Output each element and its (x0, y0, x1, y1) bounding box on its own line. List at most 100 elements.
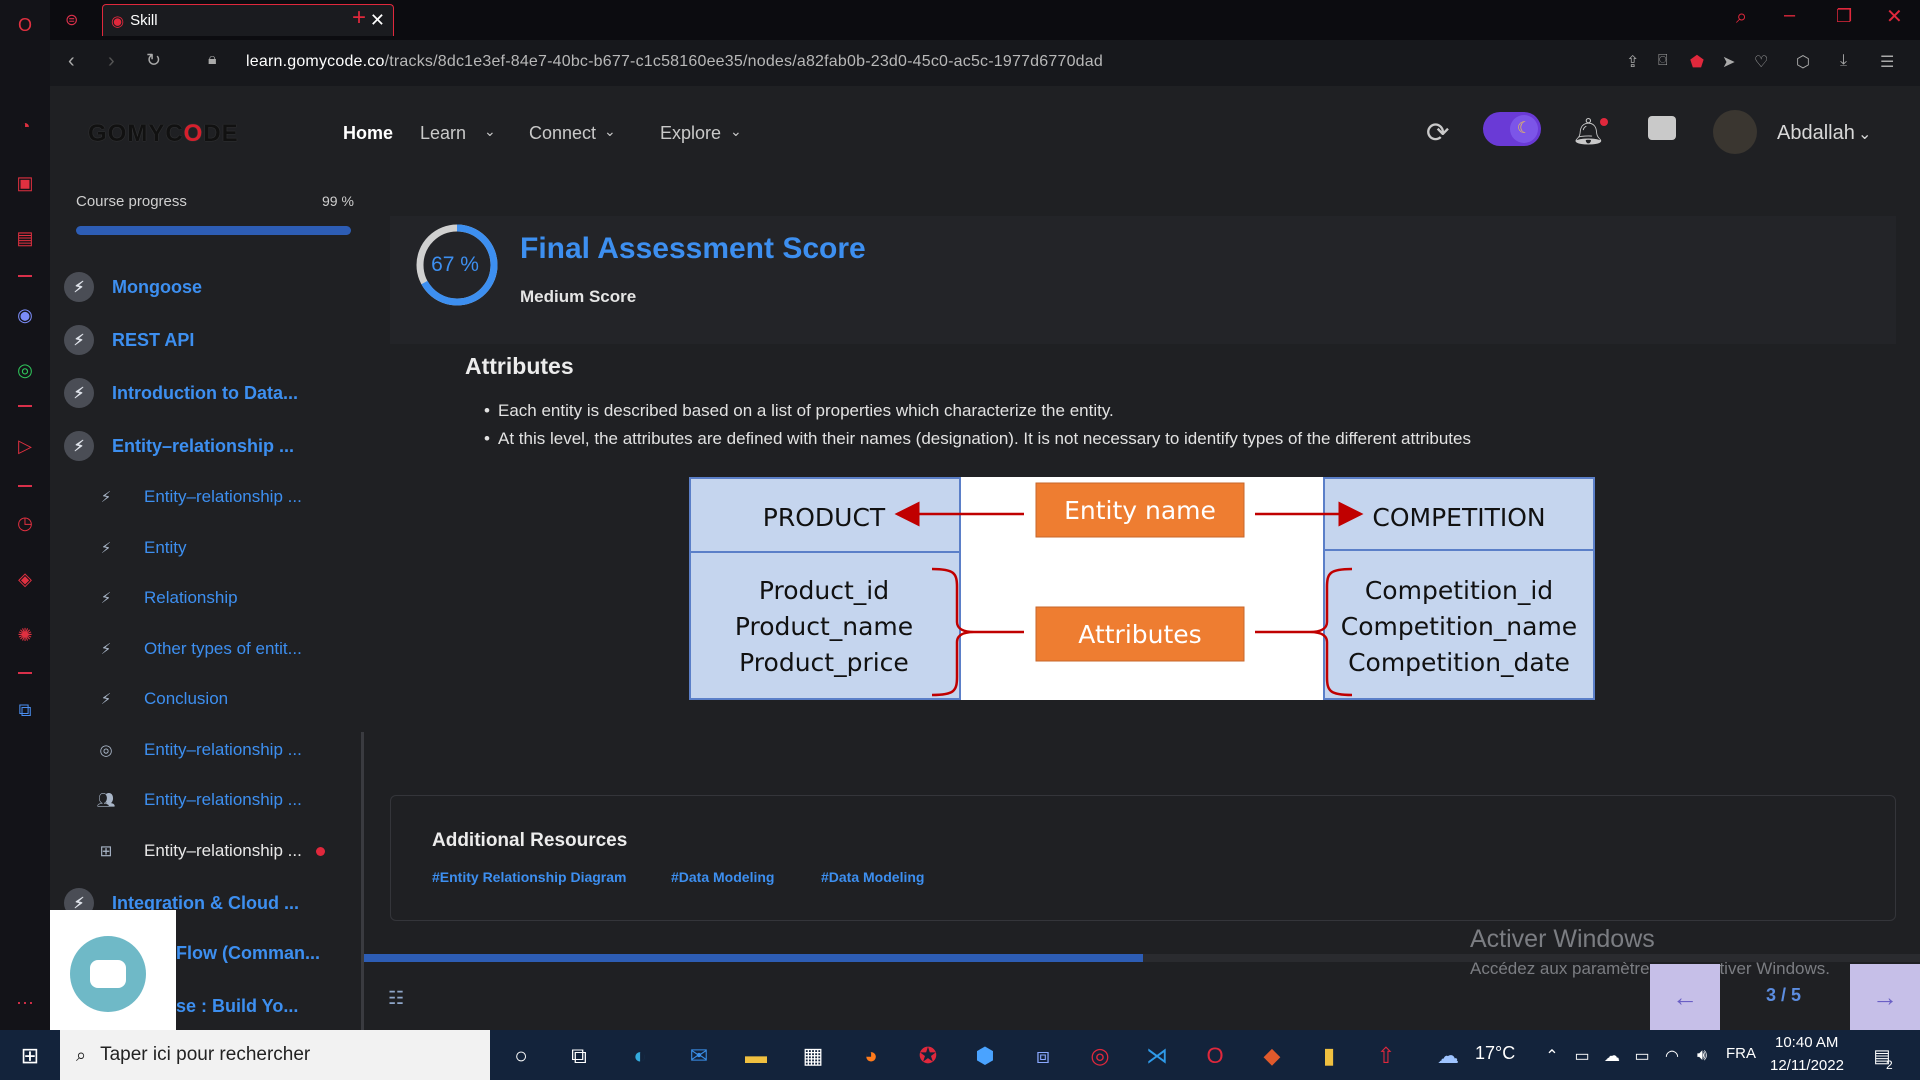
tab-close-icon[interactable]: ✕ (370, 10, 385, 31)
reload-icon[interactable]: ↻ (146, 50, 161, 71)
course-item-intro-data[interactable]: ⚡︎ Introduction to Data... (64, 378, 298, 408)
windows-start-icon[interactable]: ⊞ (14, 1040, 46, 1072)
browser-tab[interactable]: ◉ Skill ✕ (102, 4, 394, 36)
meet-icon[interactable]: ▭ (1566, 1040, 1598, 1072)
cube-icon[interactable]: ◈ (12, 566, 38, 592)
course-item-rest-api[interactable]: ⚡︎ REST API (64, 325, 194, 355)
sidebar-separator (18, 405, 32, 407)
more-dots-icon[interactable]: ⋯ (12, 990, 38, 1016)
taskbar-search[interactable]: ⌕ Taper ici pour rechercher (60, 1030, 490, 1080)
resource-tag[interactable]: #Entity Relationship Diagram (432, 869, 626, 885)
share-icon[interactable]: ⇪ (1626, 52, 1639, 72)
cortana-icon[interactable]: ○ (505, 1040, 537, 1072)
logo-text-o: O (183, 120, 204, 147)
download-icon[interactable]: ⤓ (1840, 52, 1847, 70)
chevron-down-icon[interactable]: ⌄ (730, 123, 742, 140)
messenger-icon[interactable]: ◉ (12, 302, 38, 328)
easy-setup-icon[interactable]: ☰ (1880, 52, 1894, 72)
send-icon[interactable]: ➤ (1722, 52, 1735, 72)
left-attribute: Product_price (739, 648, 909, 677)
player-icon[interactable]: ▷ (12, 433, 38, 459)
avatar[interactable] (1713, 110, 1757, 154)
translate-icon[interactable]: ⧉ (12, 697, 38, 723)
course-item-mongoose[interactable]: ⚡︎ Mongoose (64, 272, 202, 302)
sub-item[interactable]: ⚡︎ Other types of entit... (96, 639, 302, 659)
history-icon[interactable]: ◷ (12, 510, 38, 536)
onedrive-icon[interactable]: ☁ (1596, 1040, 1628, 1072)
camera-icon[interactable]: ⌼ (1658, 52, 1668, 70)
nav-explore[interactable]: Explore (660, 123, 721, 144)
new-tab-icon[interactable]: + (352, 4, 366, 32)
whatsapp-icon[interactable]: ◎ (12, 357, 38, 383)
chevron-down-icon[interactable]: ⌄ (604, 123, 616, 140)
url-host: learn.gomycode.co (246, 53, 385, 70)
briefcase-icon[interactable]: ▣ (12, 170, 38, 196)
sub-item-current[interactable]: ⊞ Entity–relationship ... (96, 841, 325, 861)
sidebar-scrollbar[interactable] (361, 732, 364, 1030)
mail-icon[interactable]: ✉ (683, 1040, 715, 1072)
chevron-down-icon[interactable]: ⌄ (484, 123, 496, 140)
input-language[interactable]: FRA (1726, 1045, 1756, 1062)
course-item-entity-relationship[interactable]: ⚡︎ Entity–relationship ... (64, 431, 294, 461)
search-tabs-icon[interactable]: ⌕ (1736, 6, 1747, 29)
gaming-controller-icon[interactable]: ⊜ (65, 10, 78, 30)
nav-connect[interactable]: Connect (529, 123, 596, 144)
course-item-build[interactable]: se : Build Yo... (176, 996, 298, 1017)
opera-gx-icon[interactable]: ◎ (1084, 1040, 1116, 1072)
sub-item[interactable]: ⚡︎ Entity–relationship ... (96, 487, 302, 507)
upload-app-icon[interactable]: ⇧ (1370, 1040, 1402, 1072)
twitch-icon[interactable]: ▤ (12, 225, 38, 251)
shield-icon[interactable]: ⬢ (969, 1040, 1001, 1072)
refresh-icon[interactable]: ⟳ (1426, 116, 1449, 149)
nav-learn[interactable]: Learn (420, 123, 466, 144)
opera-icon[interactable]: O (1199, 1040, 1231, 1072)
nav-home[interactable]: Home (343, 123, 393, 144)
heart-icon[interactable]: ♡ (1754, 52, 1768, 72)
adblock-shield-icon[interactable]: ⬟ (1690, 52, 1704, 72)
git-icon[interactable]: ◆ (1256, 1040, 1288, 1072)
resource-tag[interactable]: #Data Modeling (671, 869, 774, 885)
edge-icon[interactable]: ◐ (624, 1040, 656, 1072)
clock-date[interactable]: 12/11/2022 (1770, 1057, 1844, 1074)
battery-icon[interactable]: ▭ (1626, 1040, 1658, 1072)
url-field[interactable]: learn.gomycode.co/tracks/8dc1e3ef-84e7-4… (246, 53, 1103, 71)
store-icon[interactable]: ▦ (797, 1040, 829, 1072)
dark-mode-toggle[interactable]: ☾ (1483, 112, 1541, 146)
file-explorer-icon[interactable]: ▬ (740, 1040, 772, 1072)
notifications-icon[interactable]: ▤ (1866, 1040, 1898, 1072)
task-view-icon[interactable]: ⧉ (563, 1040, 595, 1072)
settings-gear-icon[interactable]: ✺ (12, 622, 38, 648)
firefox-icon[interactable]: ◕ (855, 1040, 887, 1072)
chat-launcher-button[interactable] (70, 936, 146, 1012)
sub-item[interactable]: ⚡︎ Conclusion (96, 689, 228, 709)
clock-time[interactable]: 10:40 AM (1775, 1034, 1838, 1051)
teams-icon[interactable]: ⧈ (1027, 1040, 1059, 1072)
antivirus-icon[interactable]: ✪ (912, 1040, 944, 1072)
folder-icon[interactable]: ▮ (1313, 1040, 1345, 1072)
forward-icon[interactable]: › (108, 50, 115, 73)
list-icon[interactable]: ☷ (388, 988, 404, 1009)
chevron-down-icon[interactable]: ⌄ (1858, 124, 1871, 144)
resource-tag[interactable]: #Data Modeling (821, 869, 924, 885)
previous-button[interactable]: ← (1650, 964, 1720, 1030)
gomycode-logo[interactable]: GOMYCODE (88, 120, 239, 148)
minimize-icon[interactable]: – (1784, 4, 1795, 27)
close-window-icon[interactable]: ✕ (1886, 4, 1903, 29)
speed-dial-icon[interactable]: ◔ (12, 113, 38, 139)
username[interactable]: Abdallah (1777, 122, 1855, 145)
volume-icon[interactable]: 🔊︎ (1686, 1040, 1718, 1072)
chevron-up-icon[interactable]: ⌃ (1536, 1040, 1568, 1072)
opera-logo-icon[interactable]: O (12, 12, 38, 38)
messages-icon[interactable] (1648, 116, 1676, 140)
vscode-icon[interactable]: ⋊ (1141, 1040, 1173, 1072)
extensions-cube-icon[interactable]: ⬡ (1796, 52, 1810, 72)
wifi-icon[interactable]: ◠ (1656, 1040, 1688, 1072)
sub-item[interactable]: ⚡︎ Entity (96, 538, 187, 558)
sub-item[interactable]: 👥︎ Entity–relationship ... (96, 790, 301, 810)
sub-item[interactable]: ⚡︎ Relationship (96, 588, 238, 608)
next-button[interactable]: → (1850, 964, 1920, 1030)
back-icon[interactable]: ‹ (68, 50, 75, 73)
sub-item[interactable]: ◎ Entity–relationship ... (96, 740, 301, 760)
course-item-flow[interactable]: Flow (Comman... (176, 943, 320, 964)
restore-icon[interactable]: ❐ (1836, 6, 1852, 27)
